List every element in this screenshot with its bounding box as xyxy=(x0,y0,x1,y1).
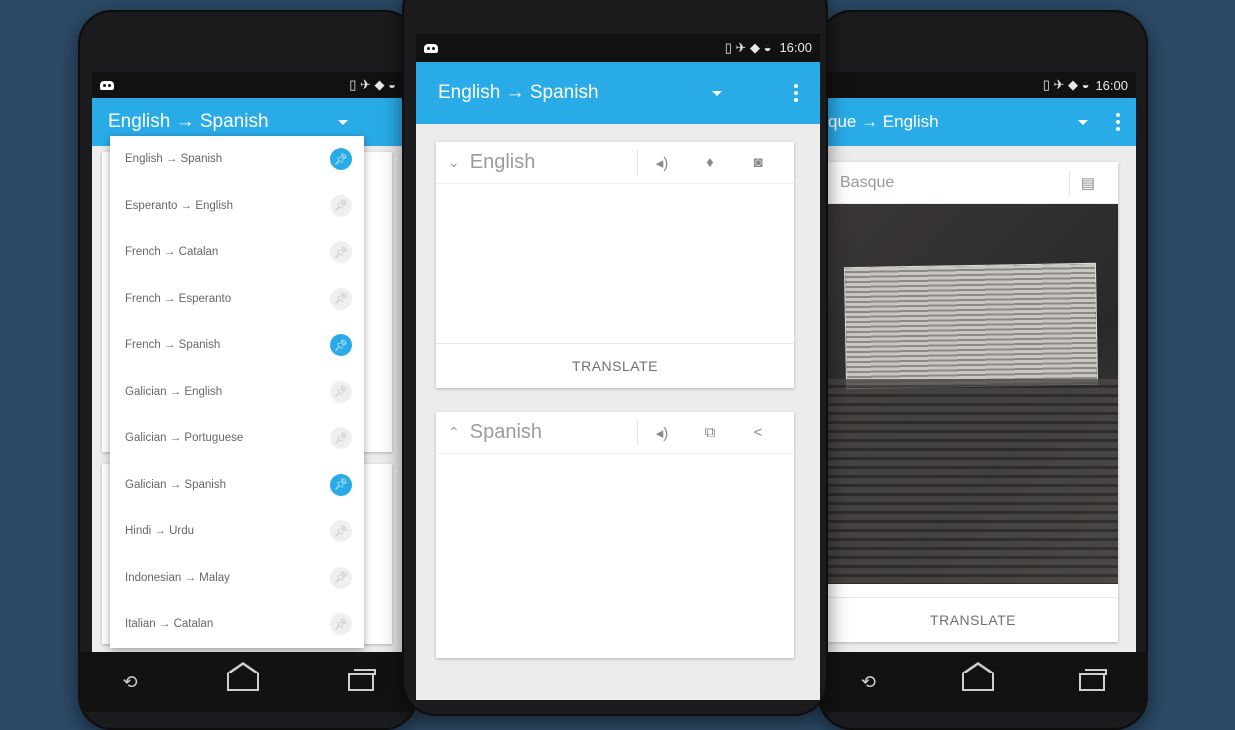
source-card: ⌄ English ◂) ♦ ◙ TRANSLATE xyxy=(436,142,794,388)
page-background xyxy=(828,379,1118,584)
left-screen: ▯ ✈ ◆ ◒ English → Spanish English → Span… xyxy=(92,72,404,652)
status-bar: ▯ ✈ ◆ ◒ xyxy=(92,72,404,98)
source-header: Basque ▤ xyxy=(828,162,1118,204)
recents-icon[interactable] xyxy=(1079,669,1108,691)
status-time: 16:00 xyxy=(1095,77,1128,93)
dropdown-item-label: Galician → Portuguese xyxy=(125,432,244,445)
target-header: ⌃ Spanish ◂) ⧉ < xyxy=(436,412,794,454)
right-screen: ▯ ✈ ◆ ◒ 16:00 que → English Basque ▤ TRA… xyxy=(818,72,1136,652)
dropdown-item-label: English → Spanish xyxy=(125,153,223,166)
dropdown-item[interactable]: French → Catalan 📌︎ xyxy=(110,229,364,276)
microphone-icon[interactable]: ♦ xyxy=(686,142,734,184)
status-bar: ▯ ✈ ◆ ◒ 16:00 xyxy=(818,72,1136,98)
overflow-menu-icon[interactable] xyxy=(1116,113,1120,131)
dropdown-item[interactable]: Indonesian → Malay 📌︎ xyxy=(110,555,364,602)
collapse-chevron-icon[interactable]: ⌄ xyxy=(448,154,460,171)
pin-icon[interactable]: 📌︎ xyxy=(330,566,352,589)
captured-text-region[interactable] xyxy=(844,263,1098,389)
source-language[interactable]: English xyxy=(470,151,637,174)
nav-bar: ⟲ xyxy=(818,652,1148,712)
dropdown-item-label: Italian → Catalan xyxy=(125,618,214,631)
language-pair-selector[interactable]: que → English xyxy=(828,112,1078,132)
share-icon[interactable]: < xyxy=(734,412,782,454)
target-card: ⌃ Spanish ◂) ⧉ < xyxy=(436,412,794,658)
translate-button[interactable]: TRANSLATE xyxy=(436,343,794,388)
dropdown-item[interactable]: Esperanto → English 📌︎ xyxy=(110,183,364,230)
dropdown-item-label: Galician → English xyxy=(125,385,223,398)
dropdown-item[interactable]: English → Spanish 📌︎ xyxy=(110,136,364,183)
language-pair-selector[interactable]: English → Spanish xyxy=(438,82,712,104)
overflow-menu-icon[interactable] xyxy=(794,84,798,102)
dropdown-caret-icon[interactable] xyxy=(712,90,722,96)
center-phone: ▯ ✈ ◆ ◒ 16:00 English → Spanish ⌄ English… xyxy=(402,0,828,716)
translate-button[interactable]: TRANSLATE xyxy=(828,597,1118,642)
dropdown-item-label: Esperanto → English xyxy=(125,199,234,212)
notification-robot-icon xyxy=(100,80,114,90)
home-icon[interactable] xyxy=(961,662,994,691)
status-icons: ▯ ✈ ◆ ◒ 16:00 xyxy=(724,40,812,55)
dropdown-item[interactable]: French → Esperanto 📌︎ xyxy=(110,276,364,323)
dropdown-item[interactable]: Galician → Spanish 📌︎ xyxy=(110,462,364,509)
dropdown-item-label: Indonesian → Malay xyxy=(125,571,230,584)
dropdown-item-label: Hindi → Urdu xyxy=(125,525,195,538)
translation-output xyxy=(436,454,794,658)
pin-icon[interactable]: 📌︎ xyxy=(330,520,352,543)
keyboard-icon[interactable]: ▤ xyxy=(1070,162,1106,204)
pin-icon[interactable]: 📌︎ xyxy=(330,148,352,171)
pin-icon[interactable]: 📌︎ xyxy=(330,473,352,496)
pin-icon[interactable]: 📌︎ xyxy=(330,427,352,450)
status-icons: ▯ ✈ ◆ ◒ xyxy=(1042,77,1090,92)
nav-bar: ⟲ xyxy=(78,652,418,712)
target-language[interactable]: Spanish xyxy=(470,421,637,444)
dropdown-caret-icon[interactable] xyxy=(1078,119,1088,125)
right-phone: ▯ ✈ ◆ ◒ 16:00 que → English Basque ▤ TRA… xyxy=(818,10,1148,730)
source-text-input[interactable] xyxy=(436,184,794,344)
dropdown-item-label: French → Esperanto xyxy=(125,292,232,305)
camera-card: Basque ▤ TRANSLATE xyxy=(828,162,1118,642)
expand-chevron-icon[interactable]: ⌃ xyxy=(448,424,460,441)
speaker-icon[interactable]: ◂) xyxy=(638,142,686,184)
status-icons: ▯ ✈ ◆ ◒ xyxy=(349,77,396,92)
home-icon[interactable] xyxy=(226,662,259,691)
notification-robot-icon xyxy=(424,43,438,53)
app-bar: English → Spanish xyxy=(416,62,820,124)
back-icon[interactable]: ⟲ xyxy=(122,672,137,693)
center-screen: ▯ ✈ ◆ ◒ 16:00 English → Spanish ⌄ English… xyxy=(416,34,820,700)
copy-icon[interactable]: ⧉ xyxy=(686,412,734,454)
pin-icon[interactable]: 📌︎ xyxy=(330,194,352,217)
left-phone: ▯ ✈ ◆ ◒ English → Spanish English → Span… xyxy=(78,10,418,730)
pin-icon[interactable]: 📌︎ xyxy=(330,241,352,264)
status-time: 16:00 xyxy=(779,40,812,55)
dropdown-item[interactable]: French → Spanish 📌︎ xyxy=(110,322,364,369)
status-bar: ▯ ✈ ◆ ◒ 16:00 xyxy=(416,34,820,62)
app-bar: que → English xyxy=(818,98,1136,146)
dropdown-item[interactable]: Galician → English 📌︎ xyxy=(110,369,364,416)
source-language[interactable]: Basque xyxy=(840,174,1069,192)
pin-icon[interactable]: 📌︎ xyxy=(330,287,352,310)
source-header: ⌄ English ◂) ♦ ◙ xyxy=(436,142,794,184)
language-pair-dropdown: English → Spanish 📌︎ Esperanto → English 📌︎… xyxy=(110,136,364,648)
speaker-icon[interactable]: ◂) xyxy=(638,412,686,454)
language-pair-selector[interactable]: English → Spanish xyxy=(108,111,338,133)
back-icon[interactable]: ⟲ xyxy=(861,672,876,693)
recents-icon[interactable] xyxy=(347,669,376,691)
dropdown-item-label: French → Catalan xyxy=(125,246,219,259)
dropdown-item-label: Galician → Spanish xyxy=(125,478,226,491)
camera-icon[interactable]: ◙ xyxy=(734,142,782,184)
dropdown-item[interactable]: Italian → Catalan 📌︎ xyxy=(110,601,364,648)
dropdown-caret-icon[interactable] xyxy=(338,119,348,125)
dropdown-item[interactable]: Galician → Portuguese 📌︎ xyxy=(110,415,364,462)
dropdown-item[interactable]: Hindi → Urdu 📌︎ xyxy=(110,508,364,555)
pin-icon[interactable]: 📌︎ xyxy=(330,613,352,636)
pin-icon[interactable]: 📌︎ xyxy=(330,380,352,403)
camera-preview[interactable] xyxy=(828,204,1118,584)
pin-icon[interactable]: 📌︎ xyxy=(330,334,352,357)
dropdown-item-label: French → Spanish xyxy=(125,339,221,352)
